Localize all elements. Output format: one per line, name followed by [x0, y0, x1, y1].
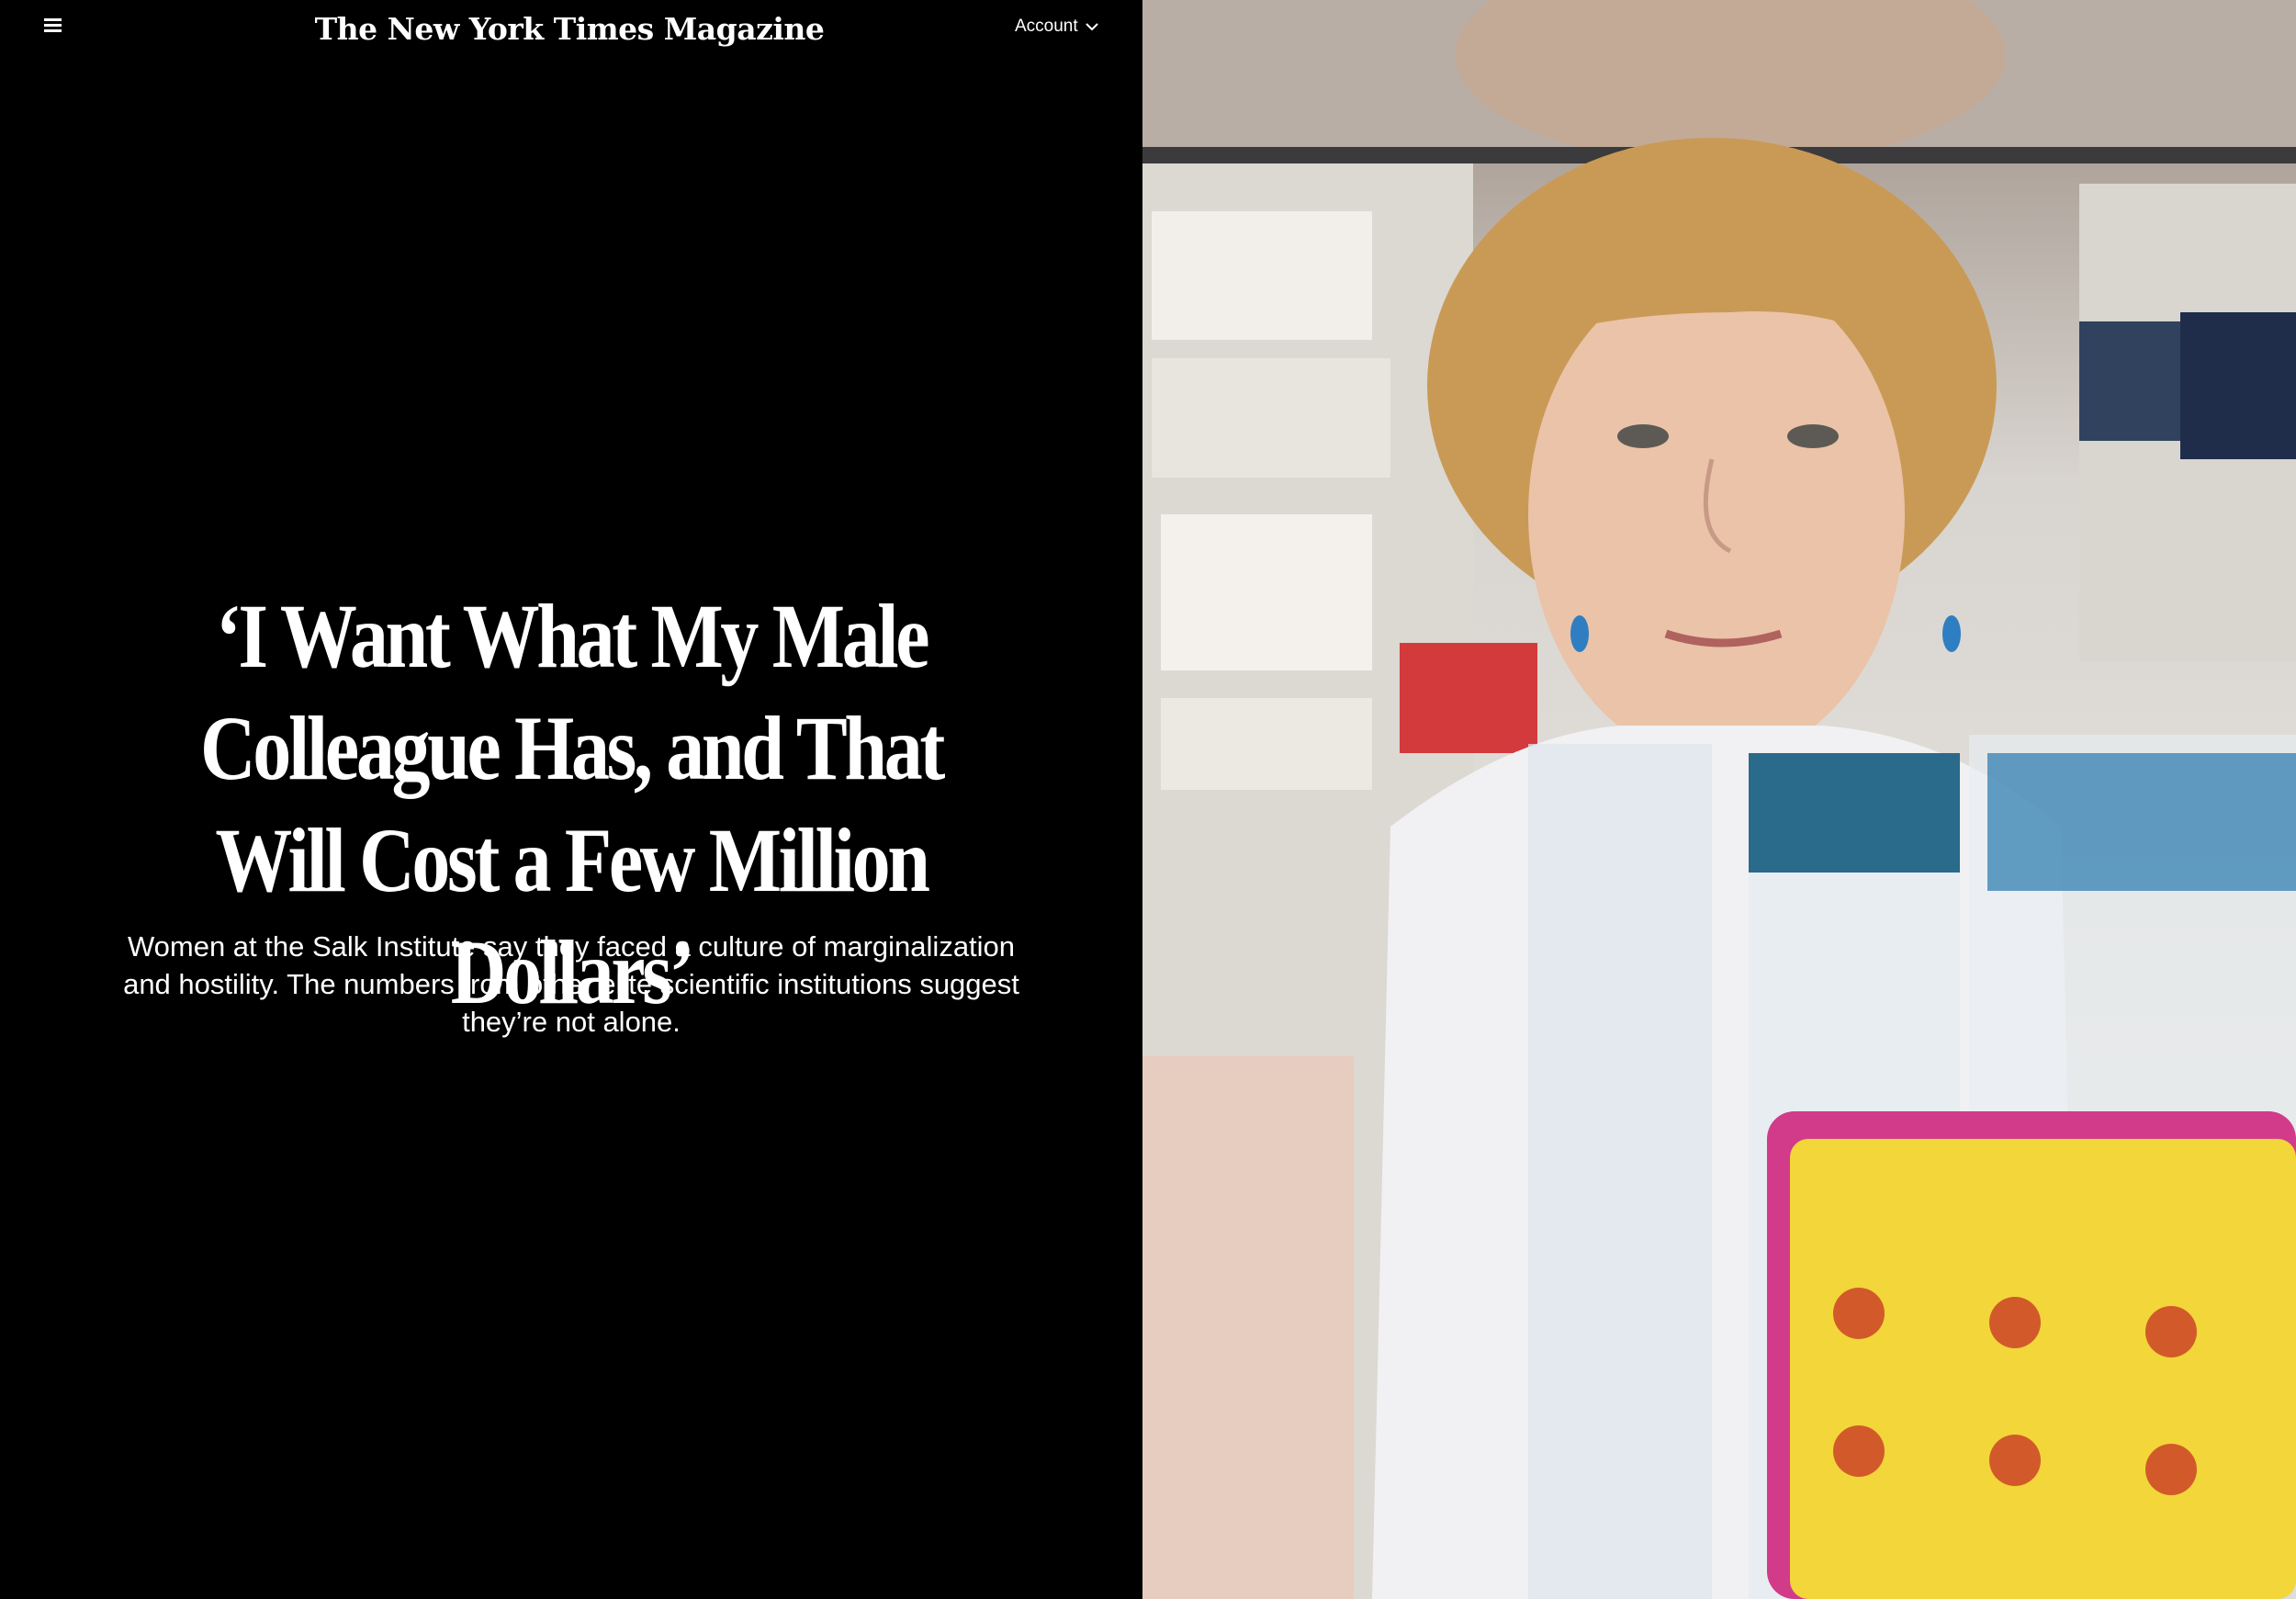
account-button[interactable]: Account: [1015, 15, 1098, 39]
masthead-logo[interactable]: The New York Times Magazine: [276, 4, 863, 55]
menu-button[interactable]: [37, 13, 68, 39]
lead-photo: [1142, 0, 2296, 1599]
article-summary: Women at the Salk Institute say they fac…: [123, 930, 1019, 1038]
article-header-panel: The New York Times Magazine Account ‘I W…: [0, 0, 1142, 1599]
lead-photo-illustration: [1142, 0, 2296, 1599]
chevron-down-icon: [1085, 15, 1098, 39]
account-label: Account: [1015, 17, 1078, 37]
